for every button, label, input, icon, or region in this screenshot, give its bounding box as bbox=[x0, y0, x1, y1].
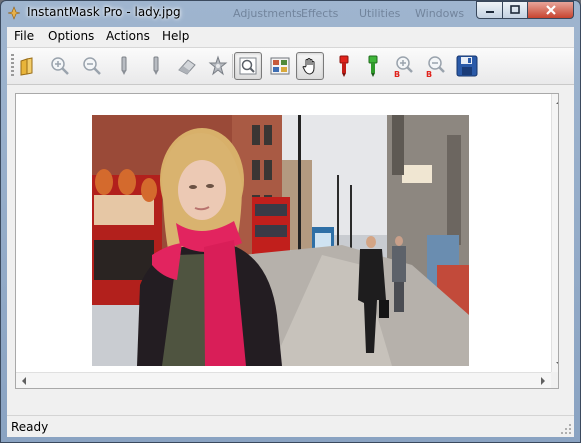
image-viewport[interactable] bbox=[15, 93, 559, 389]
brush-size-decrease-button[interactable]: B bbox=[421, 52, 449, 80]
zoom-out-button[interactable] bbox=[78, 52, 106, 80]
toolbar: B B bbox=[7, 48, 574, 85]
zoom-out-icon bbox=[83, 57, 101, 75]
eraser-button[interactable] bbox=[173, 52, 201, 80]
menu-bar: File Options Actions Help bbox=[7, 27, 574, 48]
brush-badge-label: B bbox=[394, 70, 400, 78]
resize-grip-icon[interactable] bbox=[560, 423, 572, 435]
pencil-icon bbox=[121, 56, 127, 75]
workspace bbox=[7, 85, 574, 415]
background-title-text: Utilities bbox=[359, 7, 401, 20]
open-button[interactable] bbox=[14, 52, 42, 80]
title-bar[interactable]: InstantMask Pro - lady.jpg Adjustments E… bbox=[1, 1, 580, 25]
save-icon bbox=[456, 55, 478, 77]
chevron-up-icon bbox=[556, 102, 558, 104]
pencil-button[interactable] bbox=[142, 52, 170, 80]
menu-file[interactable]: File bbox=[12, 29, 36, 43]
background-title-text: Effects bbox=[301, 7, 339, 20]
app-logo-icon bbox=[7, 6, 21, 20]
zoom-fit-button[interactable] bbox=[234, 52, 262, 80]
scroll-down-button[interactable] bbox=[552, 356, 558, 372]
green-marker-button[interactable] bbox=[359, 52, 387, 80]
street-photo[interactable] bbox=[92, 115, 469, 366]
close-icon bbox=[545, 5, 556, 15]
horizontal-scrollbar[interactable] bbox=[16, 372, 551, 388]
menu-options[interactable]: Options bbox=[46, 29, 96, 43]
status-text: Ready bbox=[11, 420, 49, 434]
open-folder-icon bbox=[20, 57, 33, 76]
scroll-up-button[interactable] bbox=[552, 94, 558, 110]
vertical-scrollbar[interactable] bbox=[551, 94, 558, 372]
maximize-icon bbox=[510, 5, 520, 14]
green-marker-icon bbox=[368, 55, 378, 77]
red-marker-icon bbox=[339, 55, 349, 77]
brush-size-decrease-icon: B bbox=[426, 56, 445, 78]
zoom-in-button[interactable] bbox=[46, 52, 74, 80]
chevron-down-icon bbox=[556, 362, 558, 364]
scroll-right-button[interactable] bbox=[535, 373, 551, 388]
magic-wand-button[interactable] bbox=[204, 52, 232, 80]
background-title-text: Adjustments bbox=[233, 7, 302, 20]
window-title: InstantMask Pro - lady.jpg bbox=[27, 5, 181, 19]
save-button[interactable] bbox=[453, 52, 481, 80]
chevron-left-icon bbox=[22, 377, 26, 385]
eraser-icon bbox=[178, 59, 196, 75]
maximize-button[interactable] bbox=[502, 1, 528, 19]
red-marker-button[interactable] bbox=[330, 52, 358, 80]
zoom-in-icon bbox=[51, 57, 69, 75]
scroll-left-button[interactable] bbox=[16, 373, 32, 388]
minimize-button[interactable] bbox=[476, 1, 503, 19]
background-title-text: Windows bbox=[415, 7, 465, 20]
view-grid-icon bbox=[270, 57, 290, 75]
hand-pan-icon bbox=[302, 58, 315, 75]
status-bar: Ready bbox=[7, 415, 574, 437]
brush-size-increase-button[interactable]: B bbox=[389, 52, 417, 80]
zoom-fit-icon bbox=[239, 57, 257, 75]
close-button[interactable] bbox=[527, 1, 574, 19]
magic-wand-icon bbox=[208, 55, 228, 76]
menu-actions[interactable]: Actions bbox=[104, 29, 152, 43]
view-grid-button[interactable] bbox=[266, 52, 294, 80]
minimize-icon bbox=[485, 11, 494, 13]
pencil-icon bbox=[153, 56, 159, 75]
brush-badge-label: B bbox=[426, 70, 432, 78]
toolbar-separator bbox=[232, 54, 233, 78]
menu-help[interactable]: Help bbox=[160, 29, 191, 43]
scrollbar-corner bbox=[551, 372, 558, 388]
hand-pan-button[interactable] bbox=[296, 52, 324, 80]
app-window: InstantMask Pro - lady.jpg Adjustments E… bbox=[0, 0, 581, 443]
chevron-right-icon bbox=[541, 377, 545, 385]
pencil-button[interactable] bbox=[110, 52, 138, 80]
brush-size-increase-icon: B bbox=[394, 56, 413, 78]
